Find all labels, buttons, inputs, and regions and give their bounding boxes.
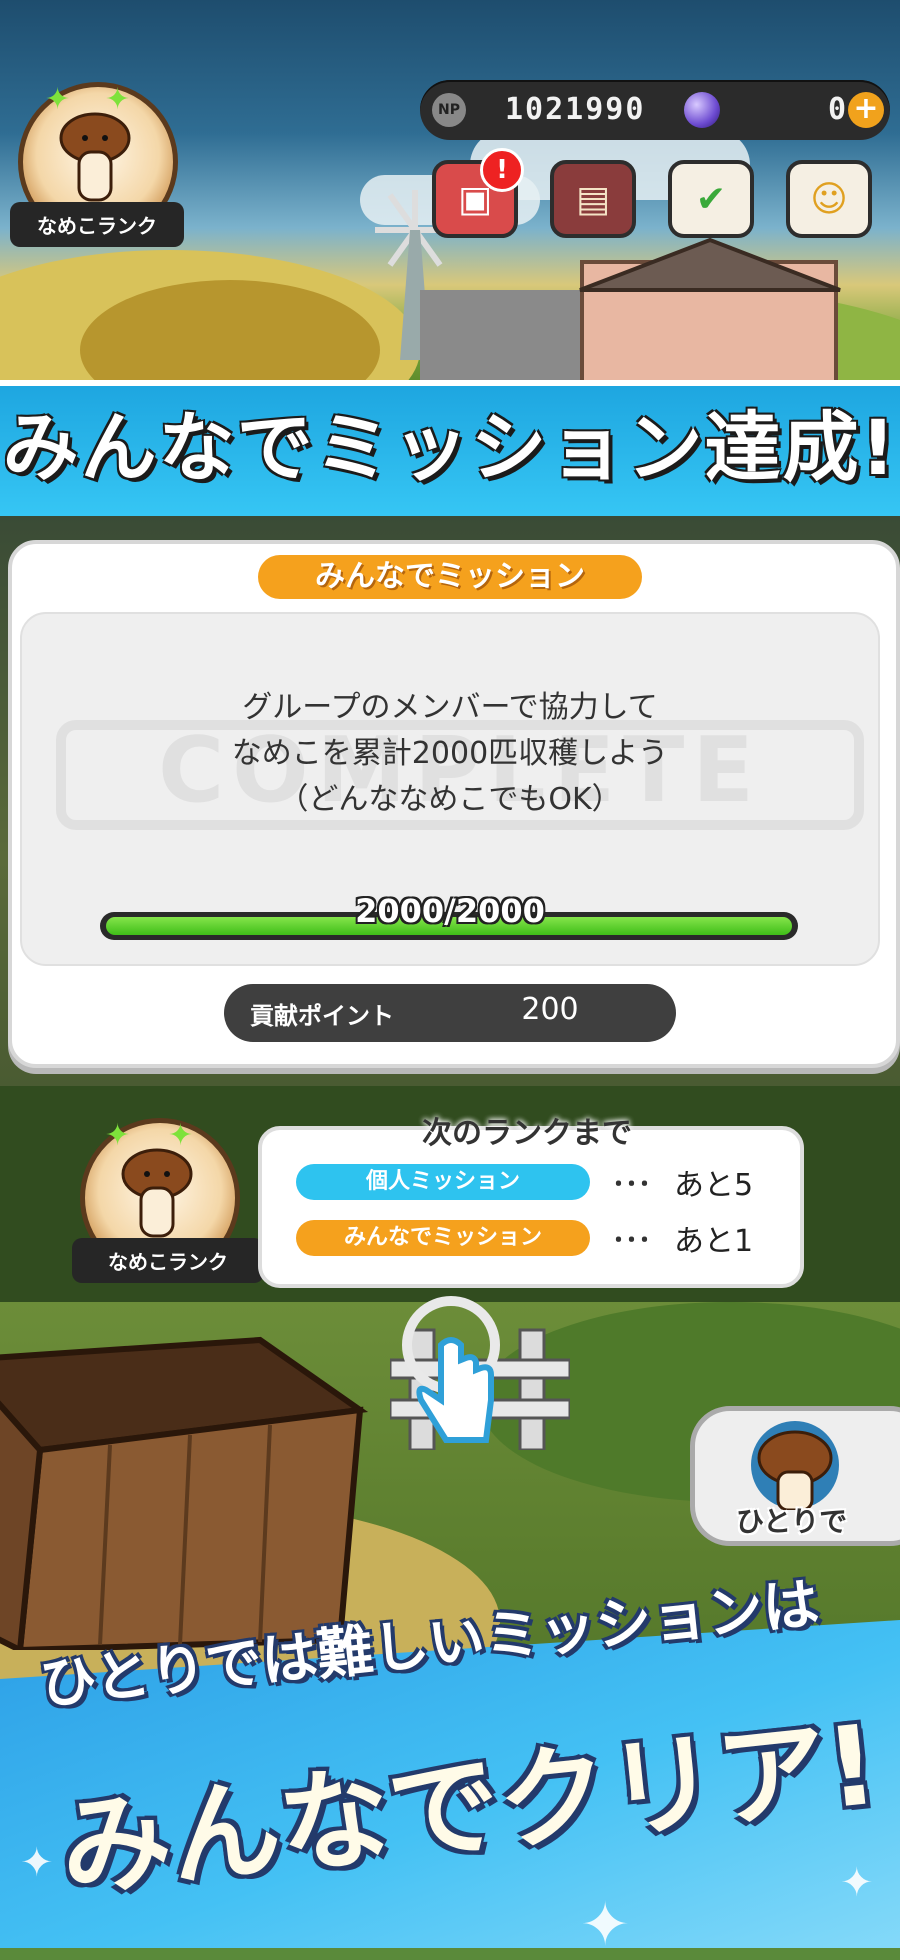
np-icon: NP [432, 93, 466, 127]
star-icon: ✦ [105, 1118, 131, 1153]
group-mission-pill: みんなでミッション [296, 1220, 590, 1256]
tap-hand-icon [402, 1296, 500, 1443]
group-remaining: あと1 [674, 1224, 754, 1259]
contribution-value: 200 [521, 992, 579, 1027]
leader-dots: ･･･ [612, 1170, 652, 1200]
contribution-label: 貢献ポイント [250, 1002, 394, 1030]
progress-text: 2000/2000 [355, 892, 545, 930]
rank-label: なめこランク [10, 202, 184, 247]
leader-dots: ･･･ [612, 1226, 652, 1256]
mission-card-title: みんなでミッション [258, 555, 642, 599]
next-rank-title: 次のランクまで [422, 1116, 632, 1151]
barn [420, 290, 590, 380]
checklist-button[interactable]: ✔ [668, 160, 754, 238]
personal-mission-pill: 個人ミッション [296, 1164, 590, 1200]
album-icon: ▤ [575, 178, 610, 220]
sparkle-icon: ✦ [840, 1860, 874, 1906]
solo-button-label: ひとりで [736, 1505, 848, 1538]
nameko-mushroom-icon [751, 1421, 839, 1510]
gem-icon [684, 92, 720, 128]
star-icon: ✦ [45, 82, 71, 117]
alert-badge: ! [480, 148, 524, 192]
chat-button[interactable]: ☺ [786, 160, 872, 238]
growing-box[interactable] [0, 1320, 380, 1650]
nameko-mushroom-icon [59, 112, 131, 202]
mission-description-line: なめこを累計2000匹収穫しよう [231, 736, 669, 771]
mission-banner: みんなでミッション達成! [0, 380, 900, 522]
sparkle-icon: ✦ [580, 1890, 631, 1960]
rank-label: なめこランク [72, 1238, 264, 1283]
mission-description-line: （どんななめこでもOK） [278, 782, 622, 817]
add-currency-button[interactable]: + [848, 92, 884, 128]
gem-value: 0 [827, 92, 846, 127]
nameko-mushroom-icon [121, 1148, 193, 1238]
farmhouse-roof [579, 237, 841, 292]
star-icon: ✦ [105, 82, 131, 117]
sparkle-icon: ✦ [20, 1840, 54, 1886]
star-icon: ✦ [168, 1118, 194, 1153]
album-button[interactable]: ▤ [550, 160, 636, 238]
personal-remaining: あと5 [674, 1168, 754, 1203]
banner-title: みんなでミッション達成! [2, 403, 898, 492]
np-value: 1021990 [505, 92, 646, 127]
checklist-icon: ✔ [695, 178, 727, 220]
mission-description-line: グループのメンバーで協力して [242, 690, 658, 725]
chat-icon: ☺ [810, 178, 848, 220]
